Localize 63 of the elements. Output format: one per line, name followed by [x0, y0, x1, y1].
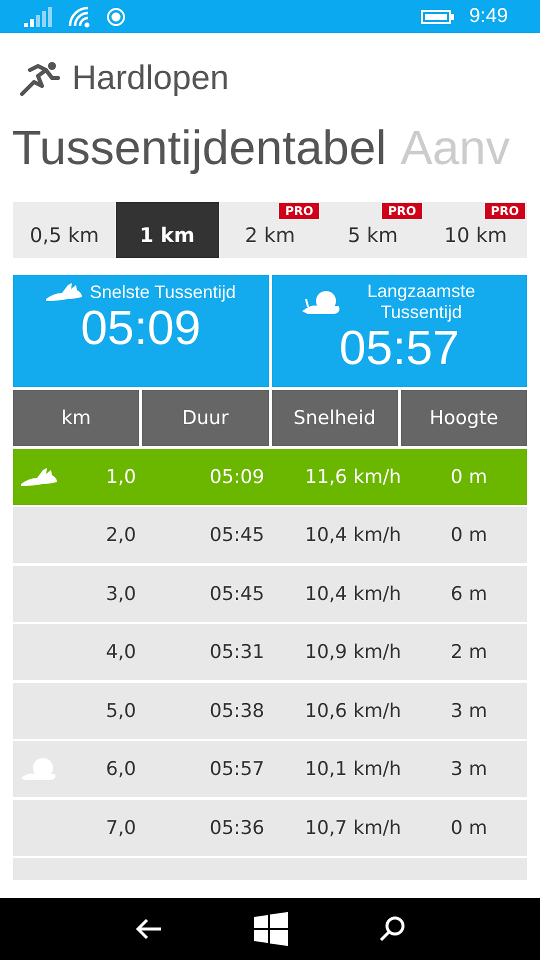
table-cell-text: 10,1 km/h: [304, 758, 402, 780]
table-cell-text: 7,0: [104, 816, 138, 838]
table-cell-text: 11,6 km/h: [304, 466, 402, 488]
table-cell-text: 10,4 km/h: [304, 582, 402, 604]
table-cell-text: 5,0: [104, 700, 138, 722]
split-time: 05:57: [339, 323, 460, 376]
table-row[interactable]: 7,0 05:36 10,7 km/h 0 m: [13, 800, 527, 856]
table-row[interactable]: 6,0 05:57 10,1 km/h 3 m: [13, 741, 527, 797]
table-cell-text: 3,0: [104, 582, 138, 604]
signal-icon: [24, 6, 54, 26]
table-cell-text: 1,0: [104, 466, 138, 488]
table-row[interactable]: 4,0 05:31 10,9 km/h 2 m: [13, 624, 527, 680]
hare-icon: [19, 466, 59, 488]
table-cell-text: 05:36: [208, 816, 266, 838]
distance-tab[interactable]: PRO 5 km: [321, 202, 424, 258]
table-cell-text: 4,0: [104, 641, 138, 663]
column-header[interactable]: Hoogte: [400, 390, 527, 446]
table-cell-text: 05:45: [208, 582, 266, 604]
table-cell-text: 05:45: [208, 524, 266, 546]
back-icon[interactable]: [135, 918, 164, 940]
table-cell-text: 3 m: [450, 700, 488, 722]
wifi-icon: [68, 6, 92, 28]
table-cell-text: 0 m: [450, 816, 488, 838]
table-cell-text: 0 m: [450, 524, 488, 546]
pivot-tab[interactable]: Tussentijdentabel: [12, 121, 386, 193]
column-header[interactable]: Snelheid: [272, 390, 398, 446]
pro-badge: PRO: [484, 203, 525, 219]
card-label: Snelste Tussentijd: [88, 282, 237, 302]
windows-icon[interactable]: [254, 912, 288, 946]
table-cell-text: 05:38: [208, 700, 266, 722]
snail-icon: [302, 289, 342, 315]
distance-tab[interactable]: 1 km: [116, 202, 219, 258]
table-cell-text: 10,4 km/h: [304, 524, 402, 546]
column-header[interactable]: Duur: [142, 390, 268, 446]
pro-badge: PRO: [382, 203, 422, 219]
table-cell-text: 6,0: [104, 758, 138, 780]
table-cell-text: 2,0: [104, 524, 138, 546]
split-time: 05:09: [80, 303, 201, 356]
distance-tab[interactable]: PRO 10 km: [424, 202, 527, 258]
hare-icon: [44, 281, 84, 303]
table-cell-text: 10,7 km/h: [304, 816, 402, 838]
table-cell-text: 10,9 km/h: [304, 641, 402, 663]
table-row[interactable]: 2,0 05:45 10,4 km/h 0 m: [13, 507, 527, 563]
column-header[interactable]: km: [13, 390, 140, 446]
table-cell-text: 10,6 km/h: [304, 700, 402, 722]
table-cell-text: 05:31: [208, 641, 266, 663]
distance-tab[interactable]: 0,5 km: [13, 202, 116, 258]
table-cell-text: 05:09: [208, 466, 266, 488]
distance-tab[interactable]: PRO 2 km: [218, 202, 322, 258]
table-cell-text: 6 m: [450, 582, 488, 604]
table-cell-text: 05:57: [208, 758, 266, 780]
search-icon[interactable]: [378, 916, 405, 942]
status-time: 9:49: [469, 5, 508, 28]
table-cell-text: 0 m: [450, 466, 488, 488]
pro-badge: PRO: [279, 203, 320, 219]
app-title: Hardlopen: [72, 58, 229, 98]
table-row[interactable]: 3,0 05:45 10,4 km/h 6 m: [13, 566, 527, 622]
battery-icon: [421, 8, 456, 24]
location-icon: [106, 6, 126, 26]
table-cell-text: 2 m: [450, 641, 488, 663]
card-label: Langzaamste Tussentijd: [366, 281, 476, 323]
table-cell-text: 3 m: [450, 758, 488, 780]
table-row[interactable]: 5,0 05:38 10,6 km/h 3 m: [13, 682, 527, 738]
